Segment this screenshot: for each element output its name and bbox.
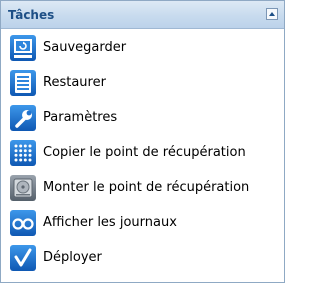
hard-disk-icon (9, 174, 37, 202)
task-label: Afficher les journaux (43, 215, 177, 230)
task-deploy[interactable]: Déployer (1, 240, 284, 275)
task-label: Sauvegarder (43, 40, 127, 55)
task-list: Sauvegarder Restaurer Paramètres Copier … (1, 30, 284, 275)
grid-dots-icon (9, 139, 37, 167)
task-view-logs[interactable]: Afficher les journaux (1, 205, 284, 240)
task-label: Restaurer (43, 75, 106, 90)
panel-header: Tâches (1, 1, 284, 29)
task-label: Déployer (43, 250, 102, 265)
task-backup[interactable]: Sauvegarder (1, 30, 284, 65)
restore-icon (9, 69, 37, 97)
task-restore[interactable]: Restaurer (1, 65, 284, 100)
backup-icon (9, 34, 37, 62)
task-settings[interactable]: Paramètres (1, 100, 284, 135)
triangle-up-icon (269, 12, 275, 16)
glasses-icon (9, 209, 37, 237)
wrench-icon (9, 104, 37, 132)
task-label: Monter le point de récupération (43, 180, 250, 195)
task-label: Copier le point de récupération (43, 145, 246, 160)
panel-title: Tâches (8, 8, 55, 22)
task-mount-recovery-point[interactable]: Monter le point de récupération (1, 170, 284, 205)
task-label: Paramètres (43, 110, 118, 125)
task-copy-recovery-point[interactable]: Copier le point de récupération (1, 135, 284, 170)
collapse-button[interactable] (266, 8, 278, 20)
tasks-panel: Tâches Sauvegarder Restaurer Paramètres … (0, 0, 285, 283)
checkmark-icon (9, 244, 37, 272)
